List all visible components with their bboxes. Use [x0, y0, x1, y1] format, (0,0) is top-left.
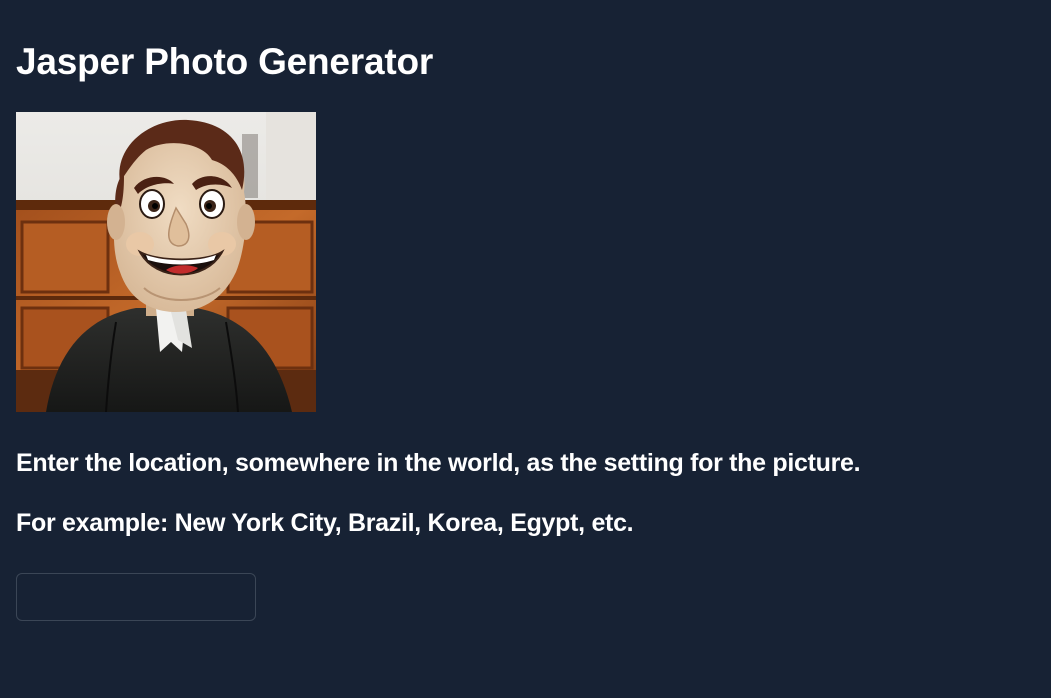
instruction-example: For example: New York City, Brazil, Kore…: [16, 509, 634, 537]
location-input[interactable]: [16, 573, 256, 621]
page-title: Jasper Photo Generator: [16, 41, 434, 82]
instruction-location: Enter the location, somewhere in the wor…: [16, 449, 861, 477]
mascot-photo: [16, 112, 316, 412]
app-page: Jasper Photo Generator Enter the locatio…: [0, 0, 1051, 698]
